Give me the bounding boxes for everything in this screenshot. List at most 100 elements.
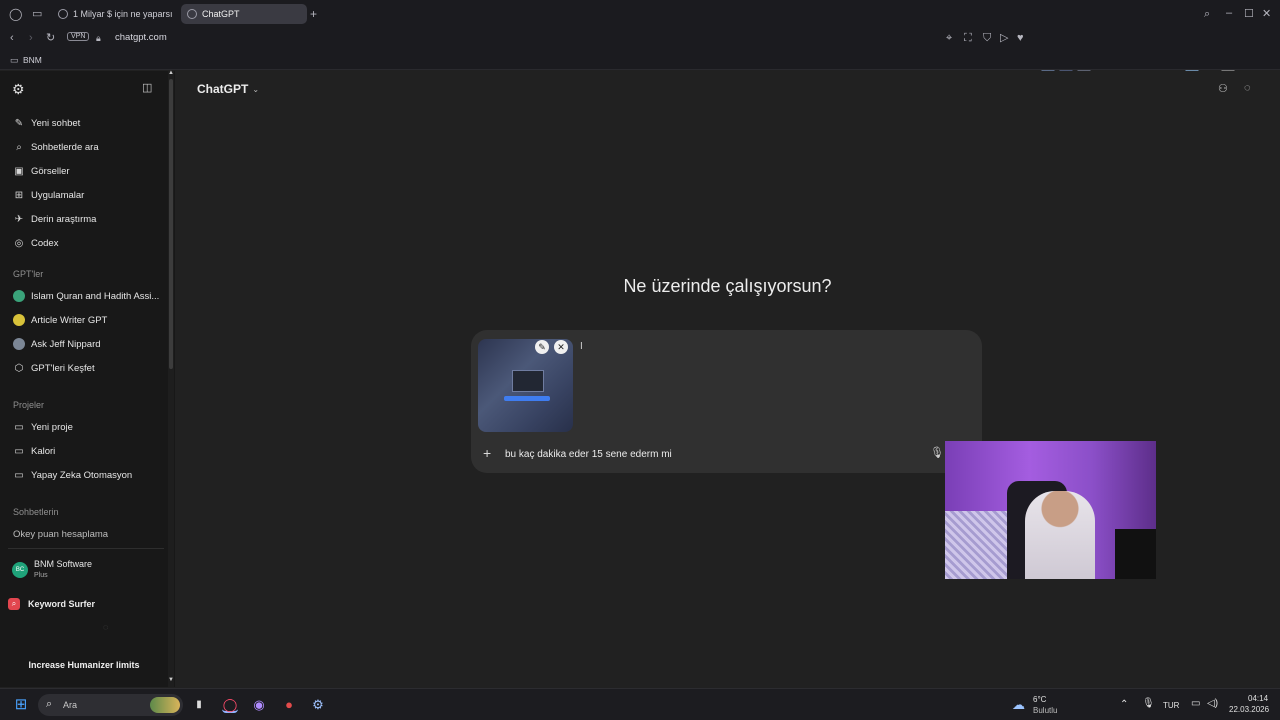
chats-heading: Sohbetlerin [13,507,59,517]
sidebar-gpt-item[interactable]: Islam Quran and Hadith Assi... [8,285,166,307]
keyword-surfer[interactable]: ⌕ Keyword Surfer [8,595,164,613]
taskbar: ⊞ ⌕ Ara ▮ ◯ ◉ ● ⚙ ☁ 6°C Bulutlu ⌃ 🎙︎ TUR… [0,688,1280,720]
sidebar-item-search-chats[interactable]: ⌕ Sohbetlerde ara [8,136,166,158]
tab-video[interactable]: 1 Milyar $ için ne yaparsın [52,4,172,24]
forward-icon[interactable]: › [29,32,33,44]
webcam-monitor [1115,529,1156,579]
edit-image-button[interactable]: ✎ [535,340,549,354]
microphone-tray-icon[interactable]: 🎙︎ [1142,698,1155,709]
app-red-icon[interactable]: ● [281,697,297,713]
add-attachment-button[interactable]: + [483,445,491,461]
openai-logo-icon[interactable]: ⚙ [12,81,25,98]
images-icon: ▣ [14,165,24,177]
humanizer-banner[interactable]: Increase Humanizer limits [0,654,168,676]
folder-icon: ▭ [14,469,24,481]
user-profile[interactable]: BC BNM Software Plus [8,555,164,585]
tab-chatgpt[interactable]: ChatGPT [181,4,307,24]
workspaces-icon[interactable]: ▭ [32,8,42,20]
keyword-surfer-icon: ⌕ [8,598,20,610]
sidebar-gpt-item[interactable]: Ask Jeff Nippard [8,333,166,355]
weather-icon: ☁ [1012,697,1025,712]
task-view-icon[interactable]: ▮ [191,697,207,713]
scroll-up-icon: ▲ [168,70,174,76]
prompt-input[interactable]: bu kaç dakika eder 15 sene ederm mi [505,449,672,460]
heart-icon[interactable]: ♥ [1017,32,1024,44]
steam-icon[interactable]: ⚙ [310,697,326,713]
reload-icon[interactable]: ↻ [46,32,55,44]
temporary-chat-icon[interactable]: ◌ [1244,82,1251,94]
network-icon[interactable]: ▭ [1191,698,1200,709]
app-purple-icon[interactable]: ◉ [251,697,267,713]
user-plan: Plus [34,572,48,579]
cube-icon: ⬡ [14,362,24,374]
sidebar-item-images[interactable]: ▣ Görseller [8,160,166,182]
snapshot-icon[interactable]: ⛶ [964,32,972,44]
remove-image-button[interactable]: ✕ [554,340,568,354]
sidebar-item-label: Uygulamalar [31,189,85,201]
taskbar-search[interactable]: ⌕ Ara [38,694,183,716]
sidebar-item-label: Görseller [31,165,70,177]
weather-desc[interactable]: Bulutlu [1033,706,1057,715]
sidebar-divider [8,548,164,549]
add-people-icon[interactable]: ⚇ [1218,82,1228,95]
close-window-icon[interactable]: ✕ [1262,8,1271,20]
windows-start-icon[interactable]: ⊞ [13,697,29,713]
sidebar-item-apps[interactable]: ⊞ Uygulamalar [8,184,166,206]
sidebar-project-item[interactable]: ▭ Kalori [8,440,166,462]
main-area: ChatGPT ⌄ ⚇ ◌ Ne üzerinde çalışıyorsun? … [175,71,1280,687]
sidebar-gpt-item[interactable]: Article Writer GPT [8,309,166,331]
model-selector[interactable]: ChatGPT ⌄ [197,82,259,96]
opera-taskbar-icon[interactable]: ◯ [222,697,238,713]
volume-icon[interactable]: ◁) [1207,698,1218,709]
new-tab-button[interactable]: + [310,8,317,20]
folder-plus-icon: ▭ [14,421,24,433]
chevron-up-icon[interactable]: ⌃ [1120,699,1128,710]
humanizer-label: Increase Humanizer limits [28,660,140,670]
sidebar-item-codex[interactable]: ◎ Codex [8,232,166,254]
play-icon[interactable]: ▷ [1000,32,1008,44]
sidebar-item-label: Okey puan hesaplama [13,528,109,540]
sidebar-chat-item[interactable]: Okey puan hesaplama [8,523,166,545]
chatgpt-favicon-icon [187,9,197,19]
sidebar-scrollbar[interactable]: ▲ ▼ [168,70,174,687]
sidebar-project-item[interactable]: ▭ Yapay Zeka Otomasyon [8,464,166,486]
bookmark-folder[interactable]: BNM [23,55,42,65]
scroll-down-icon: ▼ [168,677,174,683]
back-icon[interactable]: ‹ [10,32,14,44]
clock-date[interactable]: 22.03.2026 [1229,705,1269,714]
bookmarks-bar: ▭ BNM [0,50,1280,70]
shield-icon[interactable]: ⛉ [983,32,991,44]
scrollbar-thumb[interactable] [169,79,173,369]
search-icon: ⌕ [46,698,53,710]
maximize-icon[interactable]: ☐ [1244,8,1254,20]
vpn-badge[interactable]: VPN [67,32,90,41]
weather-temp[interactable]: 6°C [1033,695,1046,704]
sidebar-item-label: Islam Quran and Hadith Assi... [31,290,160,302]
microphone-icon[interactable]: 🎙︎ [930,446,944,459]
search-tabs-icon[interactable]: ⌕ [1204,8,1210,20]
tab-favicon-icon [58,9,68,19]
pin-icon[interactable]: ⌖ [946,32,952,44]
keyword-surfer-label: Keyword Surfer [28,599,96,609]
tab-label: 1 Milyar $ için ne yaparsın [73,9,172,19]
codex-icon: ◎ [14,237,24,249]
clock-time[interactable]: 04:14 [1248,694,1268,703]
sidebar-item-deep-research[interactable]: ✈ Derin araştırma [8,208,166,230]
language-indicator[interactable]: TUR [1163,701,1179,710]
apps-grid-icon: ⊞ [14,189,24,201]
url-field[interactable]: chatgpt.com [115,32,167,43]
webcam-overlay [945,441,1156,579]
sidebar-toggle-icon[interactable]: ◫ [142,81,152,94]
loading-icon: ◌ [103,622,109,632]
search-icon: ⌕ [16,141,22,153]
sidebar-item-label: Yeni proje [31,421,73,433]
sidebar-project-new[interactable]: ▭ Yeni proje [8,416,166,438]
telescope-icon: ✈ [14,213,24,225]
opera-logo-icon[interactable]: ◯ [9,8,22,20]
new-chat-icon: ✎ [14,117,24,129]
avatar: BC [12,562,28,578]
sidebar-item-label: Kalori [31,445,56,457]
minimize-icon[interactable]: – [1226,7,1232,19]
sidebar-item-new-chat[interactable]: ✎ Yeni sohbet [8,112,166,134]
sidebar-explore-gpts[interactable]: ⬡ GPT'leri Keşfet [8,357,166,379]
